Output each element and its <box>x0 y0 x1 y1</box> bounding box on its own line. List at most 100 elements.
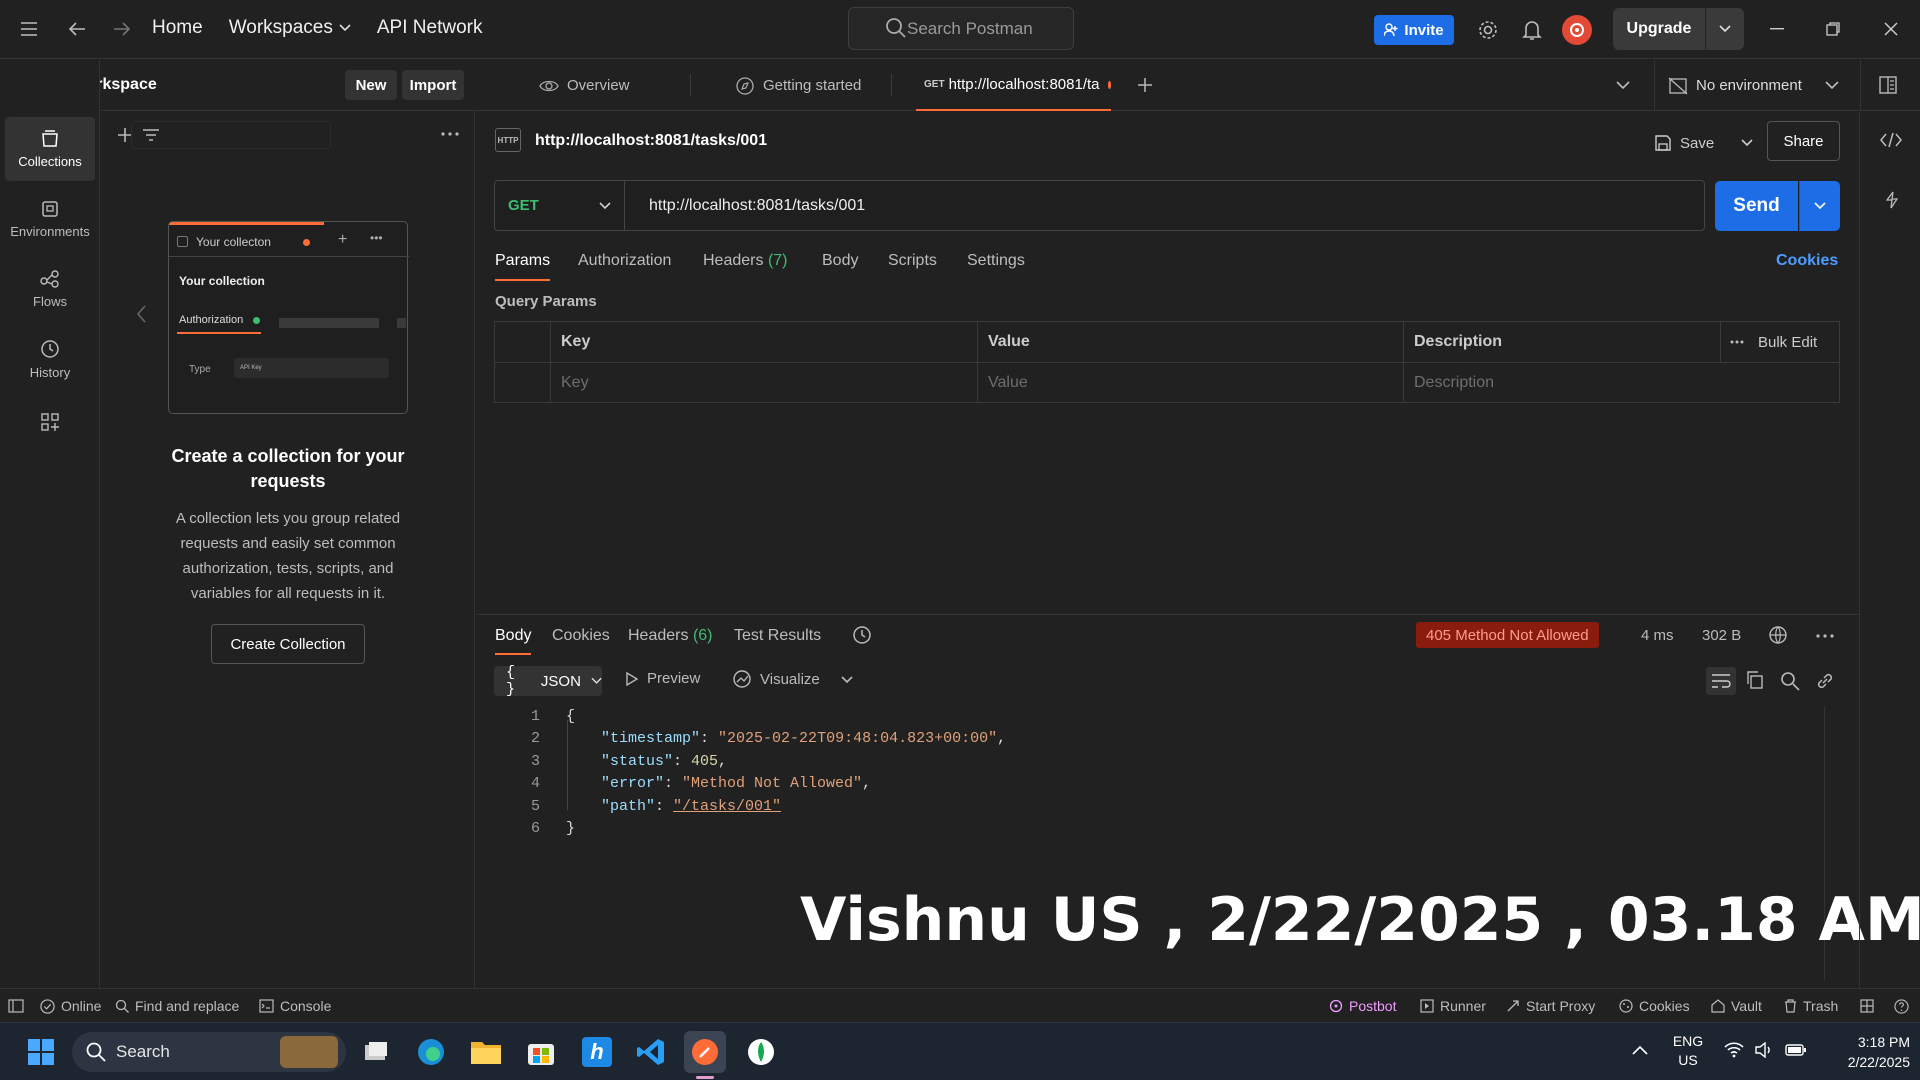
copy-icon[interactable] <box>1746 671 1764 689</box>
start-proxy-button[interactable]: Start Proxy <box>1506 989 1595 1023</box>
menu-icon[interactable] <box>11 11 47 47</box>
trash-button[interactable]: Trash <box>1784 989 1838 1023</box>
method-select[interactable]: GET <box>495 181 625 230</box>
filter-icon[interactable] <box>131 121 331 149</box>
wifi-icon[interactable] <box>1724 1042 1744 1058</box>
invite-button[interactable]: Invite <box>1374 15 1454 45</box>
microsoft-store-icon[interactable] <box>520 1031 562 1073</box>
postbot-button[interactable]: Postbot <box>1329 989 1396 1023</box>
send-dropdown[interactable] <box>1799 181 1840 231</box>
response-tab-cookies[interactable]: Cookies <box>552 627 610 645</box>
response-tab-body[interactable]: Body <box>495 627 532 655</box>
create-collection-button[interactable]: Create Collection <box>211 624 365 664</box>
runner-button[interactable]: Runner <box>1420 989 1486 1023</box>
response-tab-test-results[interactable]: Test Results <box>734 627 821 645</box>
hackerrank-icon[interactable]: h <box>576 1031 618 1073</box>
description-input[interactable]: Description <box>1404 363 1839 403</box>
link-icon[interactable] <box>1815 671 1835 691</box>
edge-browser-icon[interactable] <box>410 1031 452 1073</box>
visualize-dropdown-icon[interactable] <box>841 676 853 684</box>
file-explorer-icon[interactable] <box>465 1031 507 1073</box>
globe-icon[interactable] <box>1768 625 1788 645</box>
sidebar-item-more[interactable] <box>5 402 95 442</box>
vault-button[interactable]: Vault <box>1711 989 1762 1023</box>
format-select[interactable]: { } JSON <box>494 664 602 698</box>
upgrade-dropdown[interactable] <box>1706 8 1744 50</box>
find-replace-button[interactable]: Find and replace <box>115 989 239 1023</box>
console-button[interactable]: Console <box>259 989 331 1023</box>
sidebar-item-collections[interactable]: Collections <box>5 117 95 181</box>
save-button[interactable]: Save <box>1654 127 1734 159</box>
key-input[interactable]: Key <box>551 363 978 403</box>
search-icon[interactable] <box>1780 671 1800 691</box>
online-status[interactable]: Online <box>40 989 101 1023</box>
forward-arrow-icon[interactable] <box>104 11 140 47</box>
system-tray-chevron-icon[interactable] <box>1632 1045 1648 1055</box>
history-icon[interactable] <box>852 625 872 645</box>
new-tab-icon[interactable] <box>1137 77 1153 93</box>
environment-chevron-icon[interactable] <box>1825 81 1839 90</box>
response-tab-headers[interactable]: Headers (6) <box>628 627 713 645</box>
sidebar-item-flows[interactable]: Flows <box>5 257 95 321</box>
search-input[interactable]: Search Postman <box>848 7 1074 50</box>
minimize-icon[interactable] <box>1762 14 1792 44</box>
preview-button[interactable]: Preview <box>625 670 700 687</box>
pane-divider[interactable] <box>476 614 1859 615</box>
new-button[interactable]: New <box>345 70 397 100</box>
task-view-icon[interactable] <box>355 1031 397 1073</box>
cookies-link[interactable]: Cookies <box>1776 252 1838 270</box>
sidebar-item-history[interactable]: History <box>5 327 95 391</box>
visualize-button[interactable]: Visualize <box>732 669 820 689</box>
tab-settings[interactable]: Settings <box>967 252 1025 270</box>
url-input[interactable]: http://localhost:8081/tasks/001 <box>649 197 865 215</box>
tabs-dropdown-icon[interactable] <box>1616 81 1630 90</box>
related-collections-icon[interactable] <box>1884 191 1900 209</box>
response-time[interactable]: 4 ms <box>1641 627 1674 644</box>
taskbar-search[interactable]: Search <box>72 1032 346 1072</box>
send-button[interactable]: Send <box>1715 181 1798 231</box>
share-button[interactable]: Share <box>1767 121 1840 161</box>
toggle-sidebar-icon[interactable] <box>8 989 24 1023</box>
tab-overview[interactable]: Overview <box>539 60 630 111</box>
cookies-button[interactable]: Cookies <box>1619 989 1690 1023</box>
tab-authorization[interactable]: Authorization <box>578 252 671 270</box>
status-badge[interactable]: 405 Method Not Allowed <box>1416 622 1599 648</box>
help-icon[interactable] <box>1894 989 1909 1023</box>
bulk-edit-button[interactable]: Bulk Edit <box>1730 322 1817 362</box>
tab-getting-started[interactable]: Getting started <box>735 60 861 111</box>
value-input[interactable]: Value <box>978 363 1404 403</box>
battery-icon[interactable] <box>1785 1042 1807 1058</box>
avatar[interactable] <box>1562 15 1592 45</box>
tab-scripts[interactable]: Scripts <box>888 252 937 270</box>
sidebar-item-environments[interactable]: Environments <box>5 187 95 251</box>
nav-workspaces[interactable]: Workspaces <box>229 17 351 39</box>
environment-selector[interactable]: No environment <box>1668 60 1828 111</box>
wrap-lines-icon[interactable] <box>1706 667 1736 695</box>
nav-home[interactable]: Home <box>152 17 203 39</box>
language-indicator[interactable]: ENG US <box>1668 1032 1708 1070</box>
collapse-chevron-icon[interactable] <box>137 305 147 323</box>
volume-icon[interactable] <box>1754 1042 1774 1058</box>
more-options-icon[interactable] <box>441 132 459 136</box>
tab-body[interactable]: Body <box>822 252 858 270</box>
tab-headers[interactable]: Headers (7) <box>703 252 788 270</box>
mongodb-compass-icon[interactable] <box>740 1031 782 1073</box>
clock[interactable]: 3:18 PM 2/22/2025 <box>1814 1032 1910 1072</box>
more-options-icon[interactable] <box>1816 634 1834 638</box>
notification-bell-icon[interactable] <box>1514 12 1550 48</box>
upgrade-button[interactable]: Upgrade <box>1613 8 1705 50</box>
response-size[interactable]: 302 B <box>1702 627 1741 644</box>
back-arrow-icon[interactable] <box>59 11 95 47</box>
import-button[interactable]: Import <box>402 70 464 100</box>
request-title[interactable]: http://localhost:8081/tasks/001 <box>535 132 767 150</box>
tab-params[interactable]: Params <box>495 252 551 281</box>
save-dropdown-icon[interactable] <box>1741 139 1753 147</box>
layout-icon[interactable] <box>1860 989 1874 1023</box>
restore-icon[interactable] <box>1818 14 1848 44</box>
settings-gear-icon[interactable] <box>1470 12 1506 48</box>
postman-icon[interactable] <box>684 1031 726 1073</box>
environment-quick-look-icon[interactable] <box>1878 75 1898 95</box>
close-icon[interactable] <box>1876 14 1906 44</box>
nav-api-network[interactable]: API Network <box>377 17 483 39</box>
code-icon[interactable] <box>1880 132 1902 148</box>
